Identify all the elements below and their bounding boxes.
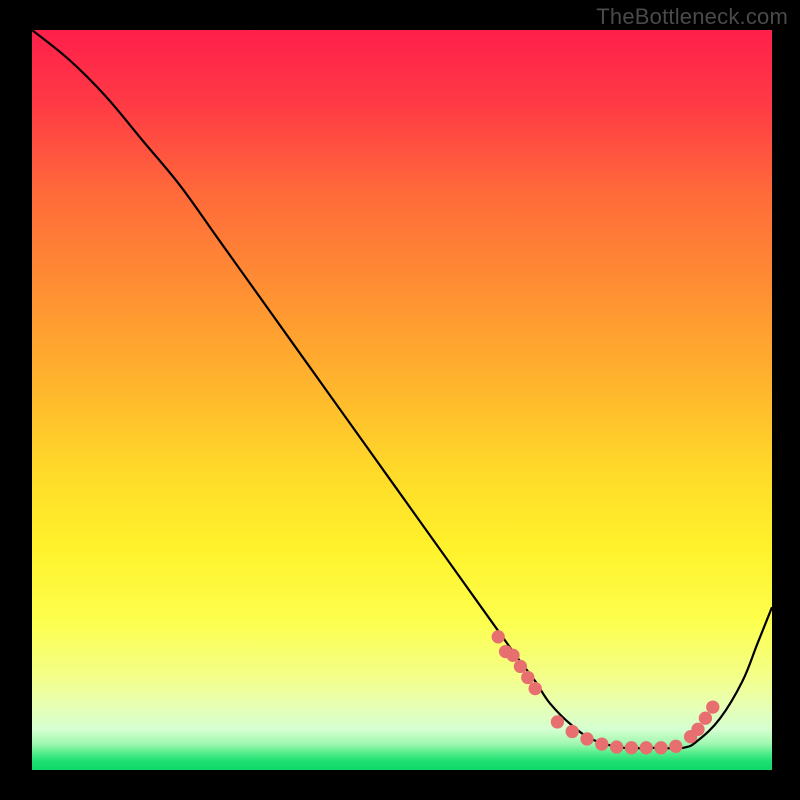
chart-marker [551,715,564,728]
chart-stage: TheBottleneck.com [0,0,800,800]
chart-marker [521,671,534,684]
chart-marker [654,741,667,754]
chart-marker [706,700,719,713]
chart-marker [691,723,704,736]
chart-marker [610,740,623,753]
chart-marker [529,682,542,695]
chart-marker [595,737,608,750]
watermark-text: TheBottleneck.com [596,4,788,30]
chart-marker [580,732,593,745]
chart-marker [514,660,527,673]
chart-svg [0,0,800,800]
chart-marker [640,741,653,754]
chart-marker [699,712,712,725]
chart-marker [566,725,579,738]
chart-marker [492,630,505,643]
chart-marker [506,649,519,662]
chart-marker [625,741,638,754]
chart-marker [669,740,682,753]
